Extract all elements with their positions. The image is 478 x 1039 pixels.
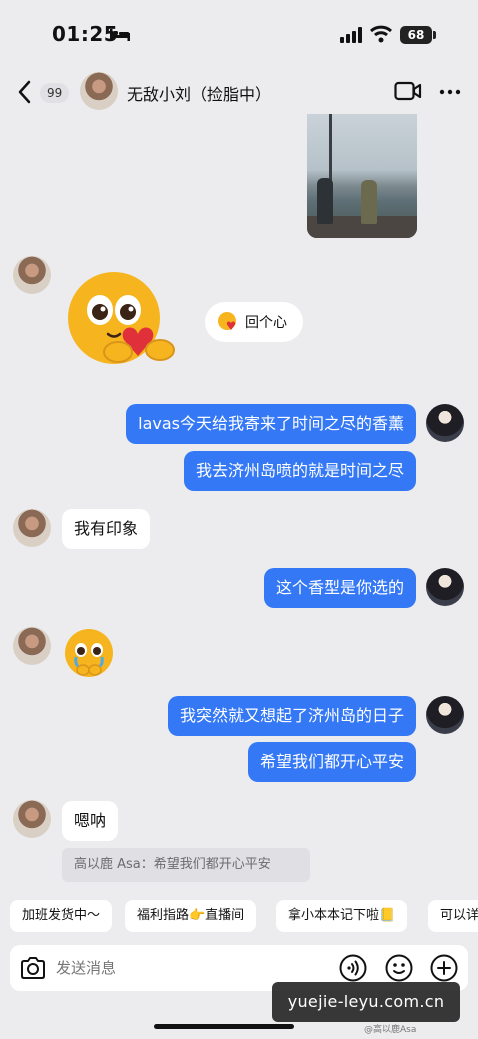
battery-cap: [433, 31, 436, 39]
wifi-icon: [370, 25, 392, 43]
signal-icon: [340, 27, 362, 43]
battery-indicator: 68: [400, 26, 432, 44]
home-indicator[interactable]: [154, 1024, 294, 1029]
contact-avatar[interactable]: [13, 256, 51, 294]
chat-header: 99 无敌小刘（捡脂中）: [0, 70, 478, 114]
bed-icon: [110, 29, 130, 41]
self-avatar[interactable]: [426, 568, 464, 606]
heart-emoji-icon: [218, 312, 236, 330]
self-avatar[interactable]: [426, 404, 464, 442]
photo-person-right: [361, 180, 377, 224]
received-message[interactable]: 我有印象: [62, 509, 151, 549]
contact-avatar[interactable]: [13, 627, 51, 665]
watermark-overlay: yuejie-leyu.com.cn: [272, 982, 460, 1022]
sent-message[interactable]: 希望我们都开心平安: [247, 742, 416, 782]
photo-person-left: [317, 178, 333, 224]
sent-message[interactable]: 这个香型是你选的: [263, 568, 416, 608]
sent-photo[interactable]: [307, 114, 417, 238]
contact-avatar[interactable]: [13, 800, 51, 838]
voice-input-icon[interactable]: [339, 954, 367, 982]
pleading-face-emoji[interactable]: [62, 626, 116, 680]
received-message[interactable]: 嗯呐: [62, 801, 119, 841]
camera-icon[interactable]: [19, 954, 47, 982]
sent-message[interactable]: lavas今天给我寄来了时间之尽的香薰: [126, 404, 416, 444]
status-time: 01:25: [52, 22, 119, 46]
plus-icon[interactable]: [430, 954, 458, 982]
unread-count-badge[interactable]: 99: [40, 83, 70, 103]
sent-message[interactable]: 我突然就又想起了济州岛的日子: [167, 696, 416, 736]
contact-name[interactable]: 无敌小刘（捡脂中）: [127, 81, 271, 105]
contact-avatar[interactable]: [80, 72, 118, 110]
quick-reply-bar: 加班发货中～ 福利指路👉直播间 拿小本本记下啦📒 可以详: [10, 900, 478, 932]
quoted-reply[interactable]: 高以鹿 Asa：希望我们都开心平安: [62, 848, 310, 882]
quick-reply-chip[interactable]: 加班发货中～: [10, 900, 113, 932]
self-avatar[interactable]: [426, 696, 464, 734]
quick-reply-chip[interactable]: 福利指路👉直播间: [125, 900, 257, 932]
emoji-icon[interactable]: [385, 954, 413, 982]
reaction-pill[interactable]: 回个心: [205, 302, 303, 342]
more-options-icon[interactable]: [438, 82, 462, 102]
quick-reply-chip[interactable]: 可以详: [428, 900, 478, 932]
sent-message[interactable]: 我去济州岛喷的就是时间之尽: [183, 451, 416, 491]
contact-avatar[interactable]: [13, 509, 51, 547]
reaction-label: 回个心: [245, 315, 287, 331]
weibo-watermark: @高以鹿Asa: [364, 1025, 417, 1035]
heart-hug-sticker[interactable]: [66, 270, 186, 380]
back-chevron-icon[interactable]: [14, 78, 36, 106]
quick-reply-chip[interactable]: 拿小本本记下啦📒: [276, 900, 408, 932]
video-call-icon[interactable]: [394, 80, 422, 102]
status-bar: 01:25 68: [0, 0, 478, 70]
